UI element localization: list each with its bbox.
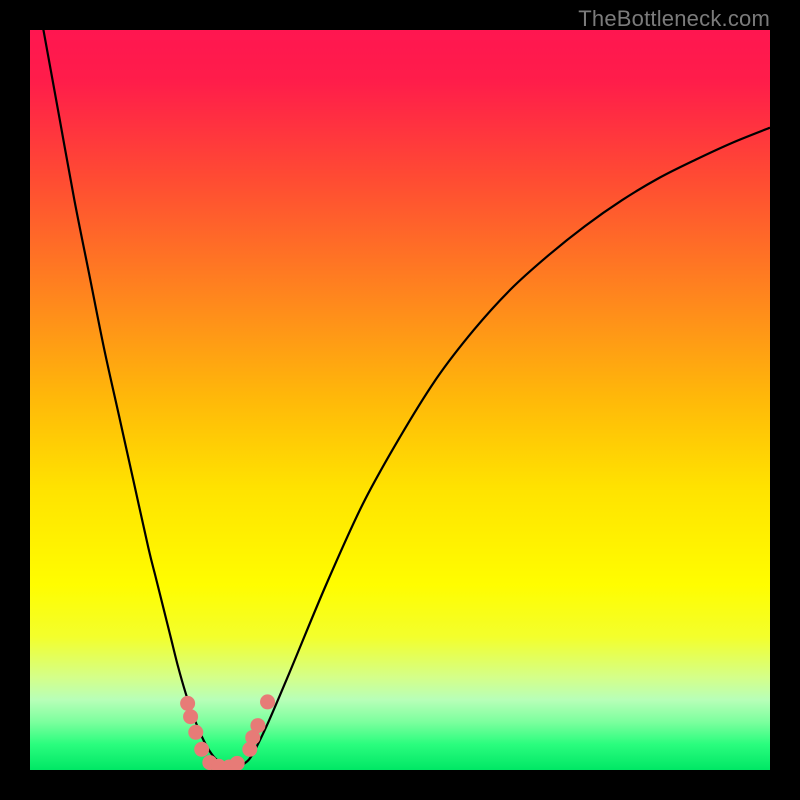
data-marker xyxy=(250,718,265,733)
data-marker xyxy=(230,756,245,770)
data-marker xyxy=(183,709,198,724)
data-marker xyxy=(260,694,275,709)
data-marker xyxy=(188,725,203,740)
data-markers xyxy=(180,694,275,770)
watermark-text: TheBottleneck.com xyxy=(578,6,770,32)
chart-svg xyxy=(30,30,770,770)
data-marker xyxy=(194,742,209,757)
plot-area xyxy=(30,30,770,770)
data-marker xyxy=(180,696,195,711)
bottleneck-curve xyxy=(30,30,770,767)
chart-frame: TheBottleneck.com xyxy=(0,0,800,800)
